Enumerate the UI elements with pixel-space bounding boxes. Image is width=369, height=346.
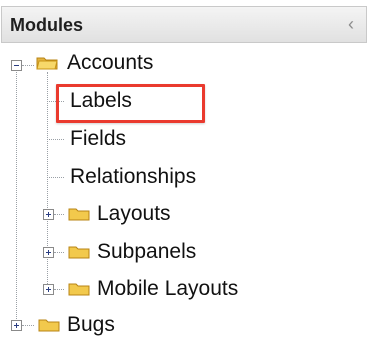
tree-item-label: Accounts xyxy=(67,51,154,74)
tree-connector xyxy=(22,325,34,326)
tree-item-bugs[interactable]: Bugs xyxy=(0,310,369,346)
tree-item-mobile-layouts[interactable]: Mobile Layouts xyxy=(0,274,369,310)
tree-connector xyxy=(47,177,64,178)
header-title: Modules xyxy=(10,15,84,35)
folder-icon xyxy=(68,281,90,296)
module-tree: Accounts Labels Fields Relationships Lay… xyxy=(0,43,369,338)
expand-toggle-icon[interactable] xyxy=(43,209,54,220)
tree-item-label: Fields xyxy=(70,127,127,150)
expand-toggle-icon[interactable] xyxy=(43,284,54,295)
tree-item-label: Subpanels xyxy=(97,240,197,263)
tree-connector xyxy=(22,65,34,66)
expand-toggle-icon[interactable] xyxy=(11,320,22,331)
tree-item-fields[interactable]: Fields xyxy=(0,125,369,161)
tree-connector xyxy=(47,139,64,140)
modules-panel: Modules ‹ Accounts Labels Fields Relatio… xyxy=(0,0,369,338)
tree-connector xyxy=(54,252,64,253)
folder-icon xyxy=(68,206,90,221)
selected-item-highlight xyxy=(56,84,205,123)
collapse-toggle-icon[interactable] xyxy=(11,60,22,71)
tree-item-label: Layouts xyxy=(97,202,171,225)
tree-item-accounts[interactable]: Accounts xyxy=(0,47,369,83)
expand-toggle-icon[interactable] xyxy=(43,247,54,258)
folder-open-icon xyxy=(36,55,58,70)
tree-item-subpanels[interactable]: Subpanels xyxy=(0,237,369,273)
tree-item-label: Relationships xyxy=(70,165,197,188)
folder-icon xyxy=(68,244,90,259)
tree-connector xyxy=(54,289,64,290)
tree-item-label: Bugs xyxy=(67,313,115,336)
tree-connector xyxy=(54,214,64,215)
folder-icon xyxy=(38,317,60,332)
collapse-icon[interactable]: ‹ xyxy=(348,14,354,34)
tree-item-relationships[interactable]: Relationships xyxy=(0,163,369,199)
tree-item-label: Mobile Layouts xyxy=(97,277,239,300)
tree-item-layouts[interactable]: Layouts xyxy=(0,200,369,236)
modules-header: Modules ‹ xyxy=(1,6,367,43)
